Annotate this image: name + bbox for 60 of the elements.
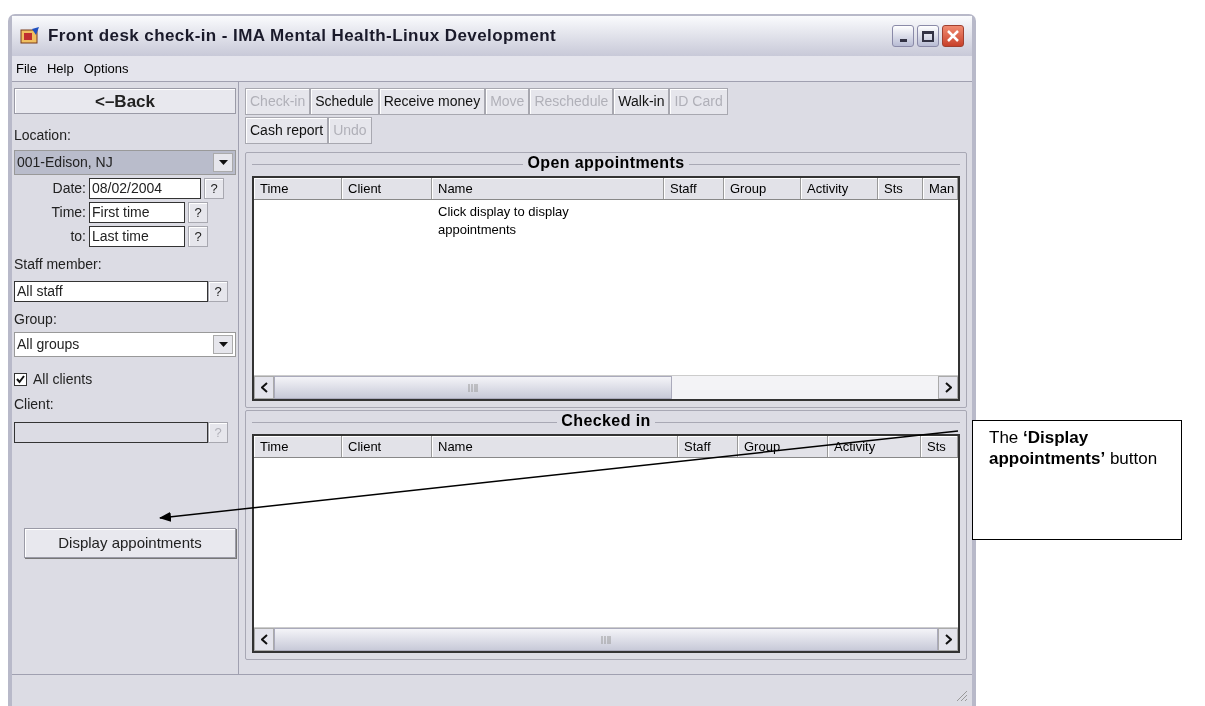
column-header[interactable]: Staff (664, 178, 724, 199)
column-header[interactable]: Time (254, 178, 342, 199)
column-header[interactable]: Staff (678, 436, 738, 457)
field-label: Group: (14, 310, 58, 329)
column-header[interactable]: Name (432, 436, 678, 457)
field-label: Date: (51, 179, 86, 198)
close-button[interactable] (942, 25, 964, 47)
checkbox[interactable] (14, 373, 27, 386)
close-icon (947, 30, 959, 42)
horizontal-scrollbar[interactable] (254, 627, 958, 651)
group-dropdown[interactable]: All groups (14, 332, 236, 357)
field-label: Time: (50, 203, 86, 222)
empty-message: Click display to display appointments (438, 203, 570, 239)
toolbar-button[interactable]: Schedule (310, 88, 379, 115)
field-label: to: (69, 227, 86, 246)
dropdown-arrow-icon (218, 160, 228, 165)
column-header[interactable]: Name (432, 178, 664, 199)
column-header[interactable]: Client (342, 178, 432, 199)
help-button[interactable]: ? (188, 226, 208, 247)
group-title: Open appointments (526, 153, 686, 173)
menu-item[interactable]: Help (46, 58, 74, 79)
input-field[interactable]: First time (89, 202, 185, 223)
toolbar-button[interactable]: Walk-in (613, 88, 670, 115)
column-header[interactable]: Group (724, 178, 801, 199)
column-header[interactable]: Activity (801, 178, 878, 199)
column-header[interactable]: Sts (921, 436, 958, 457)
checkbox-label: All clients (33, 370, 93, 389)
input-field[interactable]: Last time (89, 226, 185, 247)
window-title: Front desk check-in - IMA Mental Health-Linux Development (48, 25, 557, 48)
location-dropdown[interactable]: 001-Edison, NJ (14, 150, 236, 175)
column-header[interactable]: Time (254, 436, 342, 457)
column-header[interactable]: Sts (878, 178, 923, 199)
column-header[interactable]: Client (342, 436, 432, 457)
field-label: Location: (14, 126, 72, 145)
help-button[interactable]: ? (204, 178, 224, 199)
staff-field[interactable]: All staff (14, 281, 208, 302)
toolbar-button[interactable]: Receive money (378, 88, 486, 115)
app-icon (20, 27, 40, 45)
display-appointments-button[interactable]: Display appointments (24, 528, 236, 558)
resize-grip-icon (956, 690, 968, 702)
back-button[interactable]: <–Back (14, 88, 236, 114)
grip-icon (601, 635, 611, 644)
field-label: Client: (14, 394, 55, 414)
group-title: Checked in (560, 411, 652, 431)
grip-icon (468, 383, 479, 392)
minimize-button[interactable] (892, 25, 914, 47)
menu-item[interactable]: Options (83, 58, 129, 79)
column-header[interactable]: Man (923, 178, 958, 199)
help-button[interactable]: ? (188, 202, 208, 223)
dropdown-arrow-icon (218, 342, 228, 347)
field-label: Staff member: (14, 255, 103, 274)
column-header[interactable]: Activity (828, 436, 921, 457)
toolbar-button[interactable]: Cash report (245, 117, 329, 144)
column-header[interactable]: Group (738, 436, 828, 457)
input-field[interactable]: 08/02/2004 (89, 178, 201, 199)
callout-text: The ‘Display appointments’ button (972, 420, 1182, 540)
horizontal-scrollbar[interactable] (254, 375, 958, 399)
menu-item[interactable]: File (16, 58, 37, 79)
help-button[interactable]: ? (208, 281, 228, 302)
maximize-button[interactable] (917, 25, 939, 47)
